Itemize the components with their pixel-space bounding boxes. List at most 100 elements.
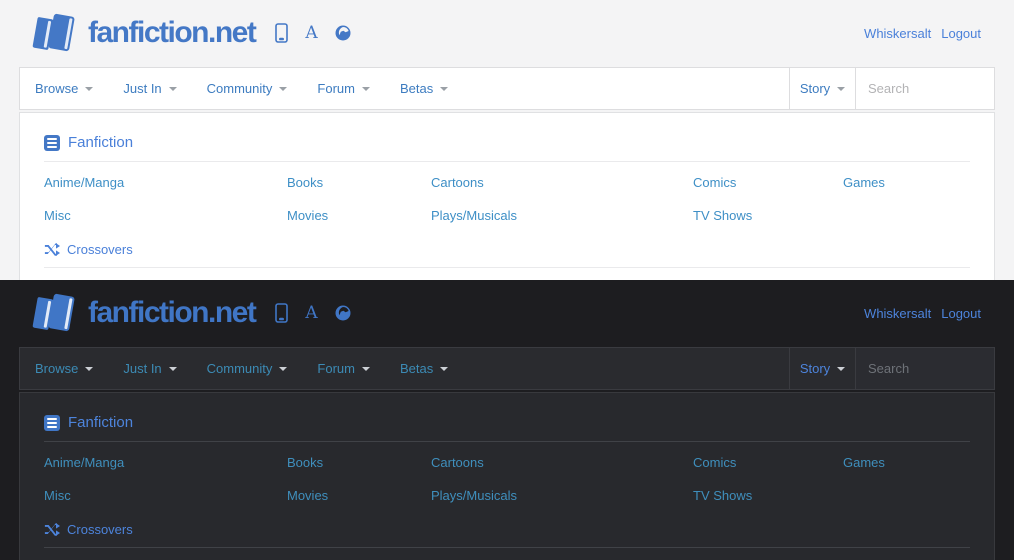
caret-down-icon	[362, 87, 370, 91]
caret-down-icon	[362, 367, 370, 371]
font-size-icon[interactable]: A	[305, 305, 317, 322]
site-logo[interactable]: fanfiction.net	[33, 291, 255, 335]
caret-down-icon	[85, 367, 93, 371]
nav-item-label: Betas	[400, 361, 433, 376]
caret-down-icon	[279, 367, 287, 371]
username-link[interactable]: Whiskersalt	[864, 26, 931, 41]
crossovers-link[interactable]: Crossovers	[44, 512, 970, 546]
browse-panel: Fanfiction Anime/Manga Books Cartoons Co…	[19, 392, 995, 560]
username-link[interactable]: Whiskersalt	[864, 306, 931, 321]
story-label: Story	[800, 361, 830, 376]
header-icon-group: A	[275, 23, 350, 43]
shuffle-icon	[44, 523, 60, 536]
browse-panel: Fanfiction Anime/Manga Books Cartoons Co…	[19, 112, 995, 280]
navbar: Browse Just In Community Forum Betas Sto…	[19, 67, 995, 110]
caret-down-icon	[440, 367, 448, 371]
caret-down-icon	[85, 87, 93, 91]
list-icon	[44, 135, 60, 151]
caret-down-icon	[837, 367, 845, 371]
caret-down-icon	[279, 87, 287, 91]
font-size-icon[interactable]: A	[305, 25, 317, 42]
caret-down-icon	[440, 87, 448, 91]
category-link[interactable]: Plays/Musicals	[431, 199, 693, 232]
divider	[44, 547, 970, 548]
fanfiction-heading[interactable]: Fanfiction	[44, 393, 970, 431]
logo-text: fanfiction.net	[88, 296, 255, 330]
category-link[interactable]: Comics	[693, 446, 843, 479]
fanfiction-heading-label: Fanfiction	[68, 134, 133, 151]
nav-item-label: Betas	[400, 81, 433, 96]
category-link[interactable]: Cartoons	[431, 446, 693, 479]
fanfiction-heading[interactable]: Fanfiction	[44, 113, 970, 151]
category-link[interactable]: Books	[287, 166, 431, 199]
nav-menu: Browse Just In Community Forum Betas	[20, 68, 789, 109]
top-header: fanfiction.net A Whiskersalt Logout	[0, 0, 1014, 66]
category-link[interactable]: Games	[843, 166, 970, 199]
nav-item-community[interactable]: Community	[192, 68, 303, 109]
nav-item-browse[interactable]: Browse	[20, 68, 108, 109]
top-header: fanfiction.net A Whiskersalt Logout	[0, 280, 1014, 346]
nav-item-betas[interactable]: Betas	[385, 68, 463, 109]
account-links: Whiskersalt Logout	[864, 306, 981, 321]
globe-icon[interactable]	[335, 305, 351, 321]
stacked-books-icon	[33, 291, 81, 335]
category-link[interactable]: Plays/Musicals	[431, 479, 693, 512]
category-link[interactable]: Movies	[287, 479, 431, 512]
story-label: Story	[800, 81, 830, 96]
account-links: Whiskersalt Logout	[864, 26, 981, 41]
site-logo[interactable]: fanfiction.net	[33, 11, 255, 55]
nav-item-betas[interactable]: Betas	[385, 348, 463, 389]
shuffle-icon	[44, 243, 60, 256]
mobile-icon[interactable]	[275, 23, 288, 43]
category-link[interactable]: Movies	[287, 199, 431, 232]
search-input[interactable]	[856, 68, 994, 109]
logo-text: fanfiction.net	[88, 16, 255, 50]
category-link[interactable]: Anime/Manga	[44, 446, 287, 479]
nav-item-label: Community	[207, 361, 273, 376]
nav-menu: Browse Just In Community Forum Betas	[20, 348, 789, 389]
category-link[interactable]: Games	[843, 446, 970, 479]
caret-down-icon	[169, 87, 177, 91]
globe-icon[interactable]	[335, 25, 351, 41]
navbar: Browse Just In Community Forum Betas Sto…	[19, 347, 995, 390]
nav-item-label: Browse	[35, 361, 78, 376]
category-link[interactable]: Anime/Manga	[44, 166, 287, 199]
nav-item-label: Browse	[35, 81, 78, 96]
category-link[interactable]: TV Shows	[693, 199, 843, 232]
section-dark-theme: fanfiction.net A Whiskersalt Logout	[0, 280, 1014, 560]
crossovers-link[interactable]: Crossovers	[44, 232, 970, 266]
crossovers-label: Crossovers	[67, 522, 133, 537]
category-grid: Anime/Manga Books Cartoons Comics Games …	[44, 446, 970, 512]
category-link[interactable]: TV Shows	[693, 479, 843, 512]
category-link[interactable]: Books	[287, 446, 431, 479]
nav-item-browse[interactable]: Browse	[20, 348, 108, 389]
nav-item-just-in[interactable]: Just In	[108, 68, 191, 109]
section-light-theme: fanfiction.net A Whiskersalt Logout	[0, 0, 1014, 280]
story-dropdown[interactable]: Story	[789, 348, 855, 389]
divider	[44, 441, 970, 442]
search-input[interactable]	[856, 348, 994, 389]
caret-down-icon	[169, 367, 177, 371]
nav-item-forum[interactable]: Forum	[302, 68, 385, 109]
search-box	[855, 348, 994, 389]
nav-item-forum[interactable]: Forum	[302, 348, 385, 389]
category-link[interactable]: Misc	[44, 199, 287, 232]
logout-link[interactable]: Logout	[941, 306, 981, 321]
nav-item-label: Just In	[123, 361, 161, 376]
header-icon-group: A	[275, 303, 350, 323]
search-box	[855, 68, 994, 109]
crossovers-label: Crossovers	[67, 242, 133, 257]
nav-item-label: Forum	[317, 361, 355, 376]
category-link[interactable]: Cartoons	[431, 166, 693, 199]
mobile-icon[interactable]	[275, 303, 288, 323]
nav-item-just-in[interactable]: Just In	[108, 348, 191, 389]
category-link[interactable]: Comics	[693, 166, 843, 199]
nav-item-community[interactable]: Community	[192, 348, 303, 389]
divider	[44, 267, 970, 268]
caret-down-icon	[837, 87, 845, 91]
nav-item-label: Just In	[123, 81, 161, 96]
category-link[interactable]: Misc	[44, 479, 287, 512]
logout-link[interactable]: Logout	[941, 26, 981, 41]
story-dropdown[interactable]: Story	[789, 68, 855, 109]
fanfiction-heading-label: Fanfiction	[68, 414, 133, 431]
